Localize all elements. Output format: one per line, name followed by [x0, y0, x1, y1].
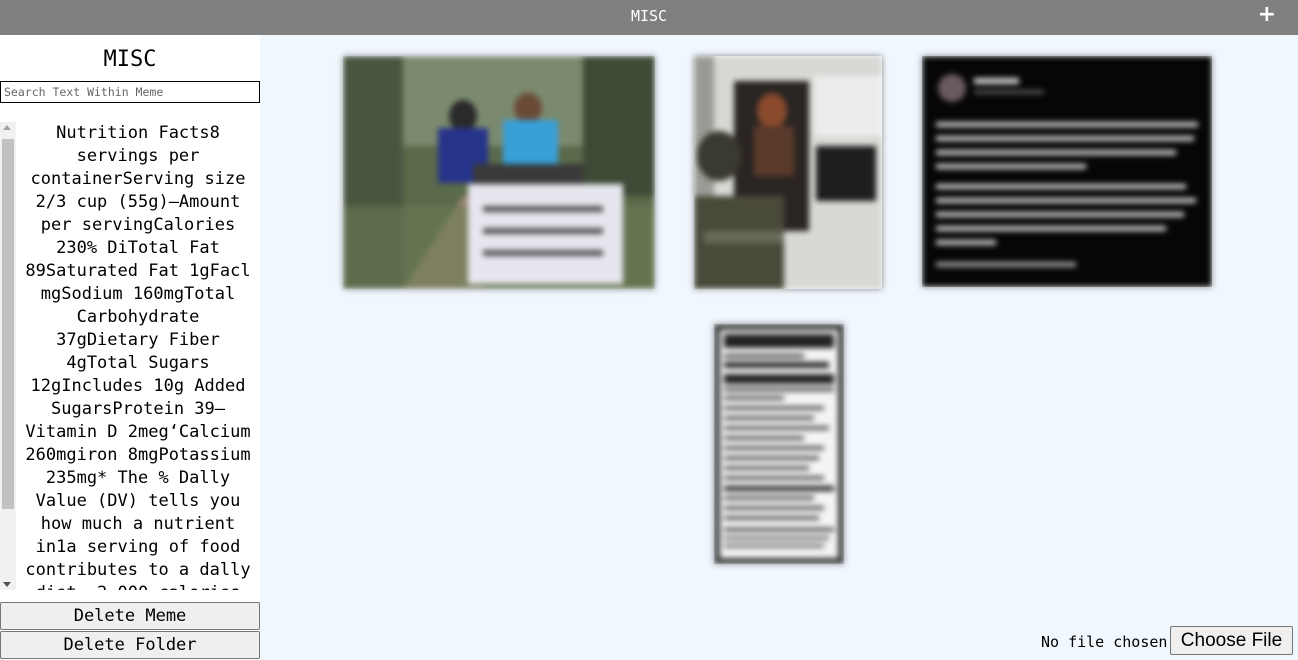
meme-ocr-text: Nutrition Facts8 servings per containerS… — [25, 123, 251, 590]
sidebar: MISC Nutrition Facts8 servings per conta… — [0, 35, 260, 660]
meme-thumbnail-tweet[interactable] — [922, 56, 1212, 287]
top-bar: MISC + — [0, 0, 1298, 35]
plus-icon[interactable]: + — [1258, 3, 1276, 27]
meme-thumbnail-soldier-door[interactable] — [694, 56, 882, 289]
delete-meme-button[interactable]: Delete Meme — [0, 602, 260, 630]
search-input[interactable] — [0, 81, 260, 103]
meme-thumbnail-kids-cart[interactable] — [343, 56, 655, 289]
meme-text-panel[interactable]: Nutrition Facts8 servings per containerS… — [0, 122, 260, 590]
scrollbar-thumb[interactable] — [2, 139, 14, 509]
delete-folder-button[interactable]: Delete Folder — [0, 631, 260, 659]
file-status-text: No file chosen — [1041, 633, 1168, 651]
window-title: MISC — [630, 7, 668, 25]
choose-file-button[interactable]: Choose File — [1170, 626, 1293, 655]
folder-title: MISC — [103, 47, 157, 72]
meme-thumbnail-nutrition-label[interactable] — [714, 324, 844, 564]
scroll-up-arrow-icon[interactable] — [3, 125, 11, 130]
scroll-down-arrow-icon[interactable] — [3, 582, 11, 587]
scrollbar[interactable] — [0, 122, 16, 590]
